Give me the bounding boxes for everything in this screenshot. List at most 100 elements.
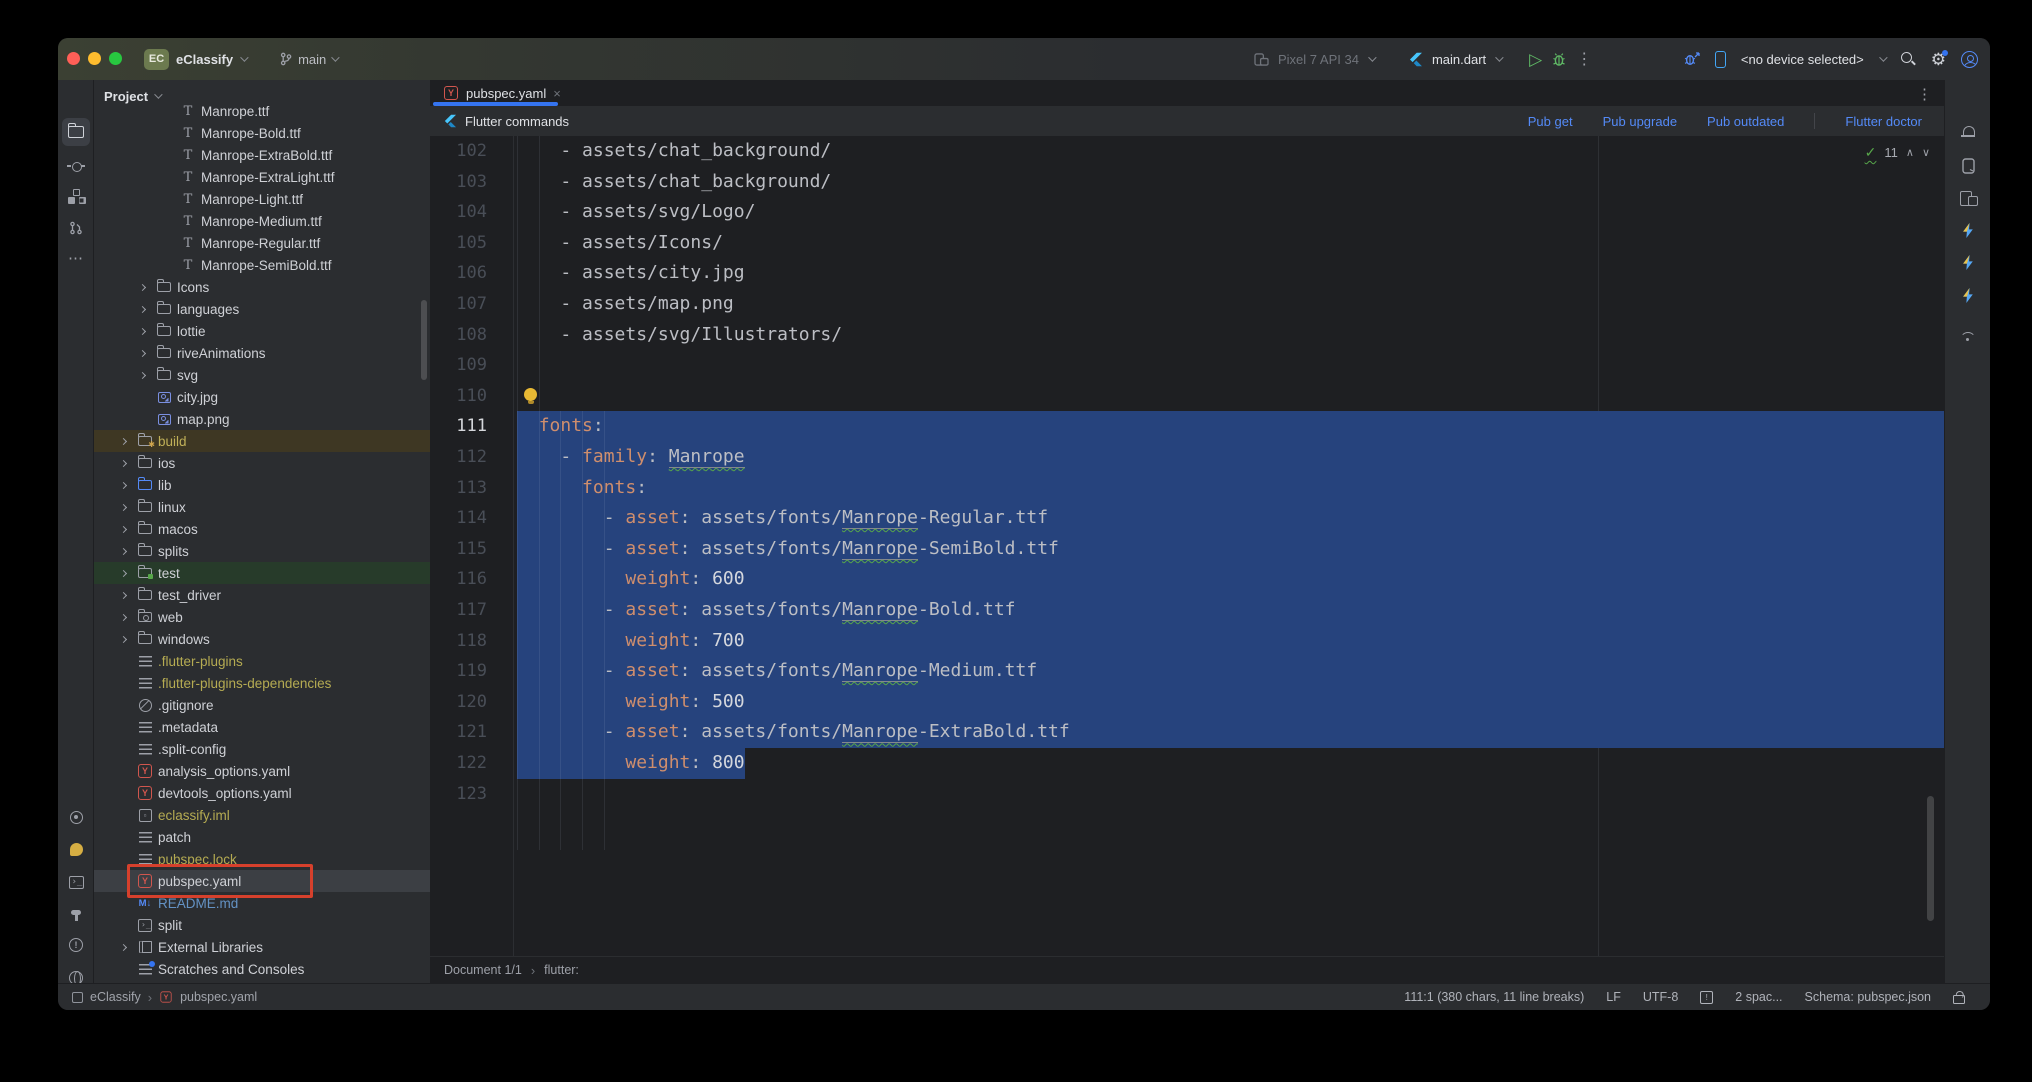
tree-item--flutter-plugins-dependencies[interactable]: .flutter-plugins-dependencies — [94, 672, 430, 694]
run-config-selector[interactable]: main.dart — [1432, 52, 1486, 67]
tree-item-manrope-bold-ttf[interactable]: T Manrope-Bold.ttf — [94, 122, 430, 144]
chevron-right-icon[interactable] — [119, 547, 128, 555]
close-tab-icon[interactable]: × — [553, 87, 561, 100]
tree-item-lib[interactable]: lib — [94, 474, 430, 496]
structure-tool-button[interactable] — [62, 182, 90, 210]
run-tool-button[interactable] — [62, 803, 90, 831]
tree-item-manrope-regular-ttf[interactable]: T Manrope-Regular.ttf — [94, 232, 430, 254]
breadcrumb-node[interactable]: flutter: — [544, 963, 579, 977]
breadcrumb-document[interactable]: Document 1/1 — [444, 963, 522, 977]
lock-icon[interactable] — [1953, 991, 1965, 1004]
file-encoding[interactable]: UTF-8 — [1643, 990, 1678, 1004]
tree-item-riveanimations[interactable]: riveAnimations — [94, 342, 430, 364]
chevron-right-icon[interactable] — [119, 525, 128, 533]
notifications-button[interactable] — [1954, 118, 1982, 146]
code-line-117[interactable]: - asset: assets/fonts/Manrope-Bold.ttf — [517, 595, 1016, 626]
chevron-right-icon[interactable] — [119, 591, 128, 599]
flutter-performance-button[interactable] — [1954, 248, 1982, 276]
search-icon[interactable] — [1900, 51, 1916, 67]
device-phone-icon[interactable] — [1714, 50, 1726, 68]
tab-options-icon[interactable]: ⋮ — [1917, 85, 1932, 103]
device-config-selector[interactable]: Pixel 7 API 34 — [1278, 52, 1359, 67]
readonly-indicator-icon[interactable]: ! — [1700, 990, 1714, 1004]
tree-item-icons[interactable]: Icons — [94, 276, 430, 298]
run-button[interactable]: ▷ — [1529, 51, 1542, 68]
problems-tool-button[interactable]: ! — [62, 931, 90, 959]
tree-item-manrope-semibold-ttf[interactable]: T Manrope-SemiBold.ttf — [94, 254, 430, 276]
close-window-button[interactable] — [67, 52, 80, 65]
code-editor[interactable]: 102 - assets/chat_background/103 - asset… — [430, 136, 1944, 956]
profile-avatar-icon[interactable] — [1961, 50, 1978, 68]
tree-item-manrope-extralight-ttf[interactable]: T Manrope-ExtraLight.ttf — [94, 166, 430, 188]
attach-debugger-icon[interactable] — [1683, 51, 1700, 67]
chevron-right-icon[interactable] — [119, 943, 128, 951]
chevron-right-icon[interactable] — [138, 371, 147, 379]
tree-item-build[interactable]: build — [94, 430, 430, 452]
code-line-105[interactable]: - assets/Icons/ — [517, 228, 723, 259]
tree-item--gitignore[interactable]: .gitignore — [94, 694, 430, 716]
next-problem-icon[interactable]: ∨ — [1922, 146, 1930, 159]
tree-item-map-png[interactable]: map.png — [94, 408, 430, 430]
terminal-tool-button[interactable]: ›_ — [62, 868, 90, 896]
device-selector[interactable]: <no device selected> — [1741, 52, 1864, 67]
flutter-doctor-link[interactable]: Flutter doctor — [1845, 114, 1922, 129]
network-inspector-button[interactable] — [1954, 324, 1982, 352]
pull-requests-tool-button[interactable] — [62, 214, 90, 242]
chevron-right-icon[interactable] — [119, 481, 128, 489]
tree-item-ios[interactable]: ios — [94, 452, 430, 474]
running-devices-button[interactable] — [1954, 152, 1982, 180]
code-line-112[interactable]: - family: Manrope — [517, 442, 745, 473]
tree-item-windows[interactable]: windows — [94, 628, 430, 650]
code-line-116[interactable]: weight: 600 — [517, 564, 744, 595]
tree-item-splits[interactable]: splits — [94, 540, 430, 562]
code-line-121[interactable]: - asset: assets/fonts/Manrope-ExtraBold.… — [517, 717, 1070, 748]
tree-item--split-config[interactable]: .split-config — [94, 738, 430, 760]
tree-item-manrope-light-ttf[interactable]: T Manrope-Light.ttf — [94, 188, 430, 210]
code-line-102[interactable]: - assets/chat_background/ — [517, 136, 831, 167]
tree-item-analysis-options-yaml[interactable]: Yanalysis_options.yaml — [94, 760, 430, 782]
tree-item-manrope-ttf[interactable]: T Manrope.ttf — [94, 100, 430, 122]
tree-item-web[interactable]: web — [94, 606, 430, 628]
project-selector[interactable]: eClassify — [176, 52, 233, 67]
tree-item-macos[interactable]: macos — [94, 518, 430, 540]
tree-item-external-libraries[interactable]: External Libraries — [94, 936, 430, 958]
code-line-108[interactable]: - assets/svg/Illustrators/ — [517, 320, 842, 351]
more-actions-icon[interactable]: ⋮ — [1576, 49, 1592, 69]
tree-item-test[interactable]: test — [94, 562, 430, 584]
schema-selector[interactable]: Schema: pubspec.json — [1805, 990, 1931, 1004]
zoom-window-button[interactable] — [109, 52, 122, 65]
chevron-right-icon[interactable] — [138, 349, 147, 357]
chevron-right-icon[interactable] — [119, 503, 128, 511]
editor-scrollbar[interactable] — [1927, 796, 1934, 921]
chevron-right-icon[interactable] — [138, 283, 147, 291]
intention-bulb-icon[interactable] — [524, 387, 537, 405]
tree-item-manrope-extrabold-ttf[interactable]: T Manrope-ExtraBold.ttf — [94, 144, 430, 166]
code-line-114[interactable]: - asset: assets/fonts/Manrope-Regular.tt… — [517, 503, 1048, 534]
chevron-right-icon[interactable] — [119, 437, 128, 445]
pub-upgrade-link[interactable]: Pub upgrade — [1603, 114, 1677, 129]
code-line-118[interactable]: weight: 700 — [517, 626, 744, 657]
prev-problem-icon[interactable]: ∧ — [1906, 146, 1914, 159]
tree-item-test-driver[interactable]: test_driver — [94, 584, 430, 606]
chevron-right-icon[interactable] — [119, 459, 128, 467]
tree-item-city-jpg[interactable]: city.jpg — [94, 386, 430, 408]
tree-item-linux[interactable]: linux — [94, 496, 430, 518]
more-tool-windows-button[interactable]: ⋯ — [62, 244, 90, 272]
code-line-107[interactable]: - assets/map.png — [517, 289, 733, 320]
tree-item-patch[interactable]: patch — [94, 826, 430, 848]
status-breadcrumb-project[interactable]: eClassify — [90, 990, 141, 1004]
project-tool-button[interactable] — [62, 118, 90, 146]
line-ending[interactable]: LF — [1606, 990, 1621, 1004]
status-breadcrumb-file[interactable]: pubspec.yaml — [180, 990, 257, 1004]
tree-item-split[interactable]: ›_ split — [94, 914, 430, 936]
tree-item-languages[interactable]: languages — [94, 298, 430, 320]
indent-setting[interactable]: 2 spac... — [1735, 990, 1782, 1004]
tree-item-svg[interactable]: svg — [94, 364, 430, 386]
flutter-inspector-button[interactable] — [1954, 281, 1982, 309]
build-tool-button[interactable] — [62, 900, 90, 928]
tree-item-devtools-options-yaml[interactable]: Ydevtools_options.yaml — [94, 782, 430, 804]
settings-gear-icon[interactable]: ⚙ — [1931, 49, 1949, 68]
chevron-right-icon[interactable] — [138, 327, 147, 335]
debug-button[interactable] — [1551, 51, 1567, 67]
pub-get-link[interactable]: Pub get — [1528, 114, 1573, 129]
